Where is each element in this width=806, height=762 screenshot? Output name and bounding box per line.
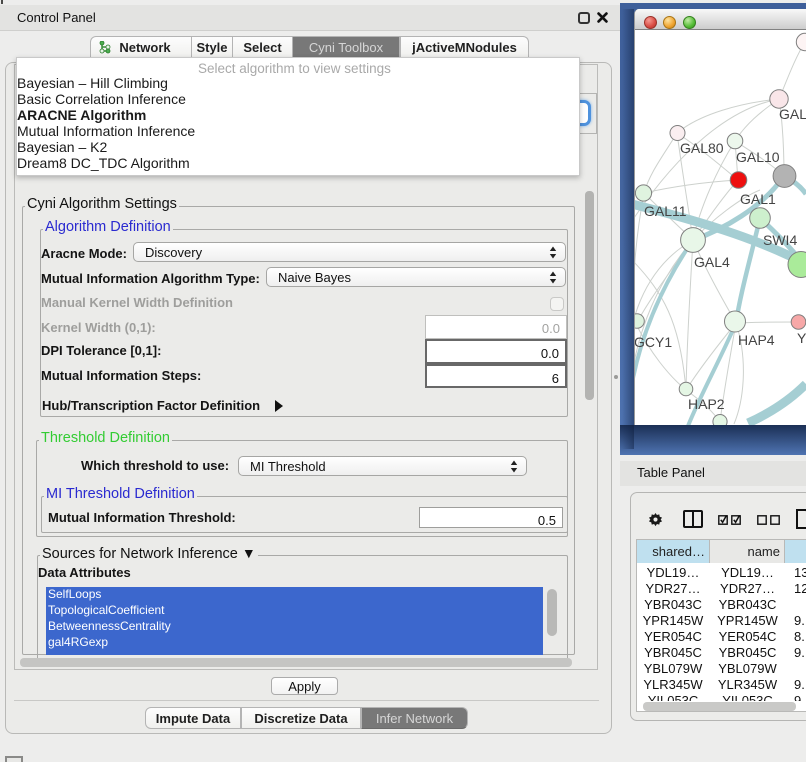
svg-text:GAL: GAL: [779, 106, 806, 122]
svg-text:GAL1: GAL1: [740, 191, 776, 207]
svg-text:SWI4: SWI4: [763, 232, 797, 248]
svg-text:Y: Y: [797, 330, 806, 346]
svg-text:HAP2: HAP2: [688, 396, 725, 412]
svg-text:GAL10: GAL10: [736, 149, 780, 165]
svg-text:GCY1: GCY1: [634, 334, 672, 350]
svg-text:GAL80: GAL80: [680, 140, 724, 156]
svg-text:HAP4: HAP4: [738, 332, 775, 348]
svg-text:GAL4: GAL4: [694, 254, 730, 270]
svg-text:GAL11: GAL11: [644, 203, 687, 219]
